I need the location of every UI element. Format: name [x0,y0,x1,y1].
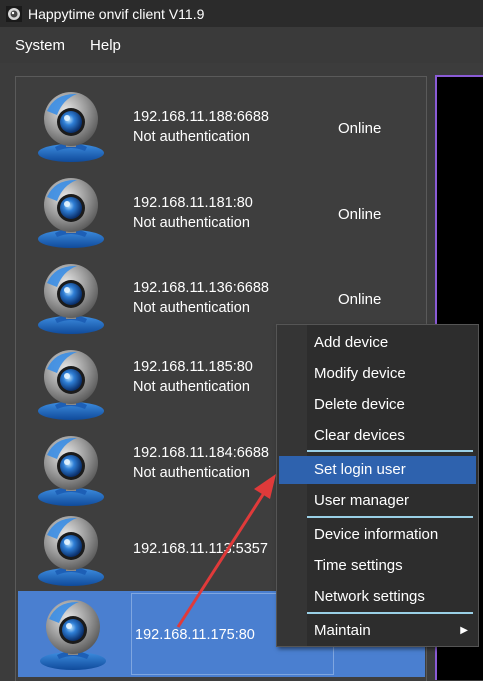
camera-app-icon [6,5,22,22]
device-address: 192.168.11.136:6688 [133,280,270,296]
context-menu: Add device Modify device Delete device C… [276,324,479,647]
menu-item-modify-device[interactable]: Modify device [279,360,476,388]
device-address: 192.168.11.188:6688 [133,109,270,125]
device-address: 192.168.11.113:5357 [133,541,268,557]
webcam-icon [33,433,109,507]
webcam-icon [35,597,111,671]
menu-separator [307,516,473,518]
menu-item-device-information[interactable]: Device information [279,521,476,549]
device-auth: Not authentication [133,300,250,316]
device-auth: Not authentication [133,379,250,395]
device-status: Online [338,291,382,308]
device-address: 192.168.11.175:80 [135,627,255,643]
menu-item-maintain-label: Maintain [314,622,371,639]
menu-item-user-manager[interactable]: User manager [279,487,476,515]
device-row[interactable]: 192.168.11.188:6688 Not authentication O… [16,83,426,169]
device-row[interactable]: 192.168.11.181:80 Not authentication Onl… [16,169,426,255]
menu-item-clear-devices[interactable]: Clear devices [279,422,476,450]
device-auth: Not authentication [133,215,250,231]
device-address: 192.168.11.184:6688 [133,445,270,461]
menu-item-delete-device[interactable]: Delete device [279,391,476,419]
device-address: 192.168.11.185:80 [133,359,253,375]
menu-item-set-login-user[interactable]: Set login user [279,456,476,484]
device-auth: Not authentication [133,129,250,145]
menu-item-network-settings[interactable]: Network settings [279,583,476,611]
menu-separator [307,612,473,614]
menu-item-maintain[interactable]: Maintain ▶ [279,617,476,645]
title-bar: Happytime onvif client V11.9 [0,0,483,27]
webcam-icon [33,347,109,421]
webcam-icon [33,89,109,163]
menu-system[interactable]: System [0,37,78,54]
menu-separator [307,450,473,452]
device-status: Online [338,120,382,137]
menu-item-add-device[interactable]: Add device [279,329,476,357]
menu-bar: System Help [0,27,483,63]
webcam-icon [33,261,109,335]
submenu-arrow-icon: ▶ [460,625,468,636]
webcam-icon [33,175,109,249]
menu-item-time-settings[interactable]: Time settings [279,552,476,580]
menu-help[interactable]: Help [78,37,134,54]
device-address: 192.168.11.181:80 [133,195,253,211]
device-status: Online [338,206,382,223]
window-title: Happytime onvif client V11.9 [28,5,205,22]
device-auth: Not authentication [133,465,250,481]
webcam-icon [33,513,109,587]
